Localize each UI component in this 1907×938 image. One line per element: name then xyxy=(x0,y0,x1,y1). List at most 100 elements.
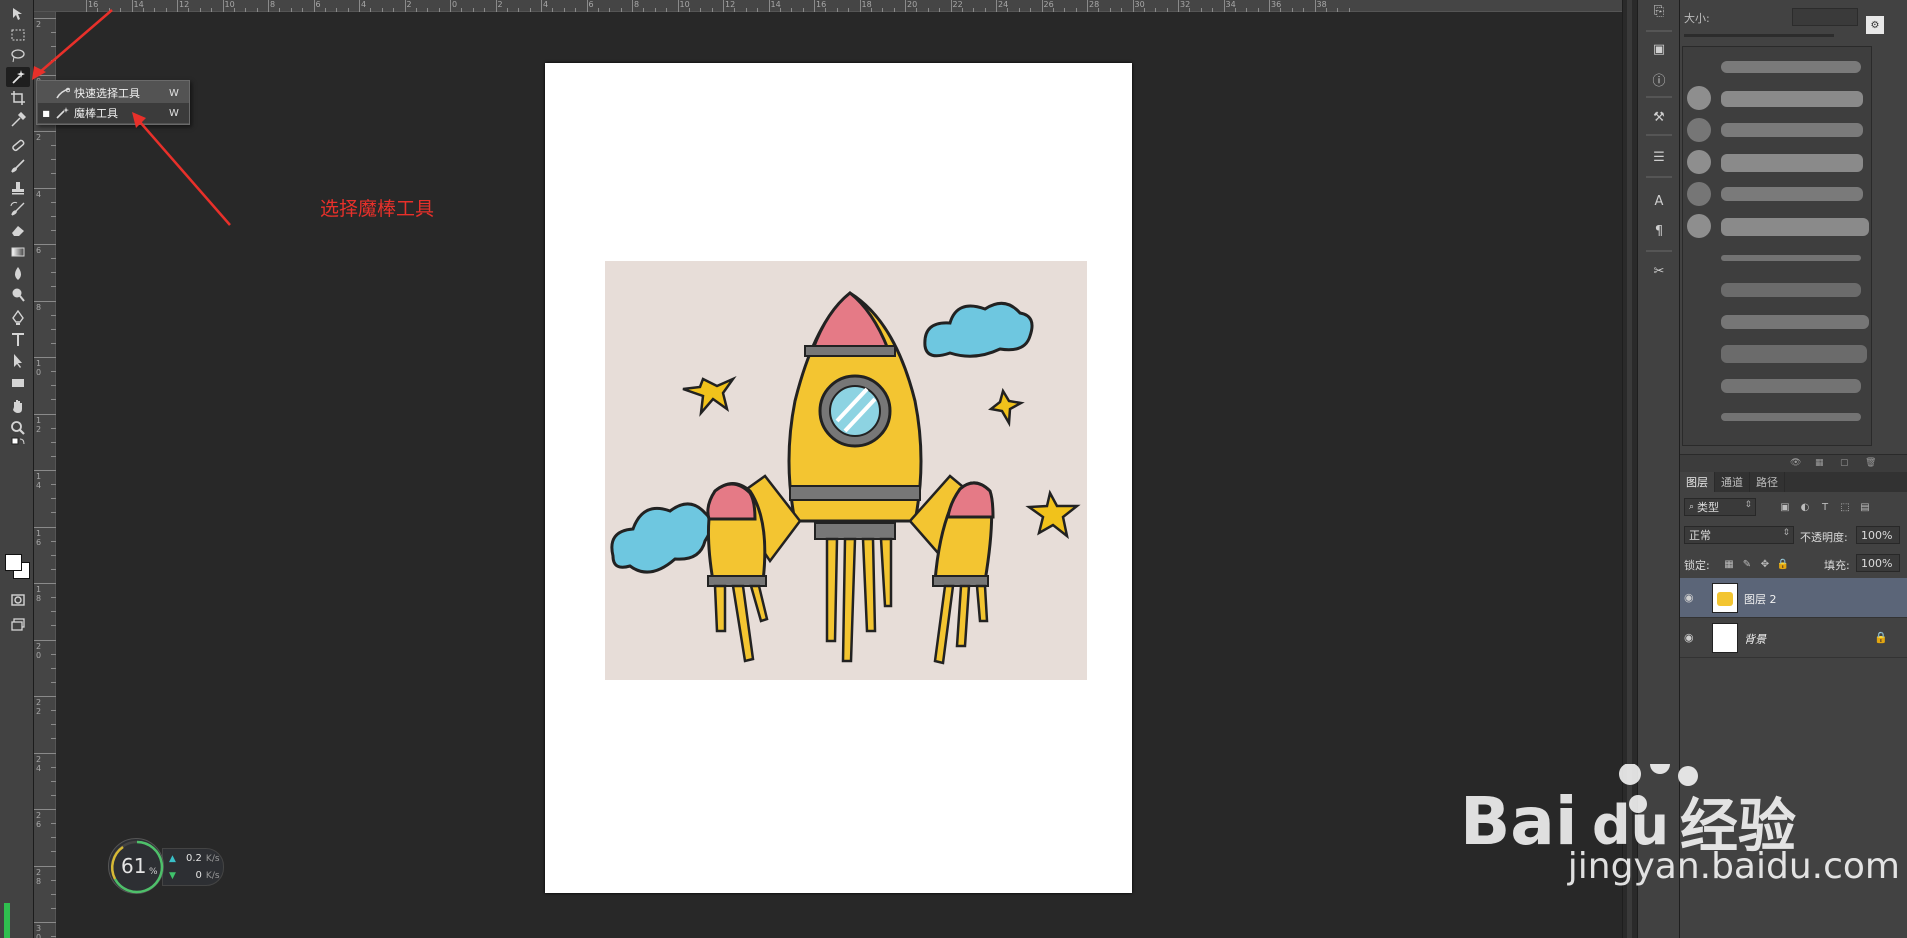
ruler-tick xyxy=(34,18,56,19)
grid-view-icon[interactable]: ▦ xyxy=(1815,458,1827,468)
brush-preset[interactable] xyxy=(1683,51,1871,81)
layer-item[interactable]: ◉ 图层 2 xyxy=(1680,578,1907,618)
foreground-color-swatch[interactable] xyxy=(5,554,22,571)
brush-size-slider[interactable] xyxy=(1684,34,1834,37)
ruler-label: 30 xyxy=(36,924,42,938)
crop-tool-icon[interactable] xyxy=(6,88,30,108)
layer-comps-icon[interactable]: ☰ xyxy=(1649,148,1669,166)
history-panel-icon[interactable]: ⎘ xyxy=(1649,2,1669,20)
brush-size-input[interactable] xyxy=(1792,8,1858,26)
ruler-label: 2 xyxy=(497,0,503,9)
magic-wand-tool-icon[interactable] xyxy=(6,67,30,87)
download-speed: ▼ 0 K/s xyxy=(169,870,220,881)
eye-icon[interactable]: ◉ xyxy=(1684,631,1700,644)
brush-preset[interactable] xyxy=(1683,211,1871,241)
zoom-tool-icon[interactable] xyxy=(6,418,30,438)
brush-settings-icon[interactable]: ⚙ xyxy=(1866,16,1884,34)
clone-stamp-tool-icon[interactable] xyxy=(6,178,30,198)
character-panel-icon[interactable]: A xyxy=(1649,192,1669,210)
ruler-tick xyxy=(34,752,56,754)
delete-brush-icon[interactable]: 🗑 xyxy=(1865,458,1877,468)
move-tool-icon[interactable] xyxy=(6,4,30,24)
brush-preset[interactable] xyxy=(1683,147,1871,177)
brush-preset[interactable] xyxy=(1683,339,1871,369)
dock-divider xyxy=(1646,30,1672,32)
ruler-tick xyxy=(814,0,815,12)
layer-item[interactable]: ◉ 背景 🔒 xyxy=(1680,618,1907,658)
ruler-tick xyxy=(34,639,56,641)
brush-preset[interactable] xyxy=(1683,403,1871,433)
smart-object-filter-icon[interactable]: ▤ xyxy=(1858,500,1872,514)
ruler-tick xyxy=(1178,0,1179,12)
chevron-updown-icon: ⇕ xyxy=(1782,528,1790,538)
tool-presets-icon[interactable]: ⚒ xyxy=(1649,108,1669,126)
brush-preset[interactable] xyxy=(1683,243,1871,273)
tab-paths[interactable]: 路径 xyxy=(1750,472,1785,492)
lock-position-icon[interactable]: ✥ xyxy=(1758,557,1772,571)
quick-mask-icon[interactable] xyxy=(6,590,30,610)
hand-tool-icon[interactable] xyxy=(6,396,30,416)
photoshop-window: 16 14 12 10 8 6 4 2 0 2 4 6 8 10 12 14 16 18 20 22 24 26 28 30 3… xyxy=(0,0,1907,938)
ruler-tick xyxy=(34,131,56,132)
opacity-input[interactable]: 100% xyxy=(1856,526,1900,544)
upload-speed: ▲ 0.2 K/s xyxy=(169,853,220,864)
healing-brush-tool-icon[interactable] xyxy=(6,135,30,155)
layer-filter-row: ⌕ 类型 ⇕ ▣ ◐ T ⬚ ▤ xyxy=(1680,496,1907,520)
ruler-label: 4 xyxy=(36,189,42,199)
rectangle-tool-icon[interactable] xyxy=(6,373,30,393)
tools-scissors-icon[interactable]: ✂ xyxy=(1649,262,1669,280)
ruler-tick xyxy=(1269,0,1270,12)
lock-transparency-icon[interactable]: ▦ xyxy=(1722,557,1736,571)
blur-tool-icon[interactable] xyxy=(6,264,30,284)
screen-mode-icon[interactable] xyxy=(6,615,30,635)
gradient-tool-icon[interactable] xyxy=(6,242,30,262)
history-brush-tool-icon[interactable] xyxy=(6,199,30,219)
type-tool-icon[interactable] xyxy=(6,330,30,350)
lock-pixels-icon[interactable]: ✎ xyxy=(1740,557,1754,571)
dock-divider xyxy=(1646,96,1672,98)
layer-filter-select[interactable]: ⌕ 类型 ⇕ xyxy=(1684,498,1756,516)
quick-selection-menu-item[interactable]: 快速选择工具 W xyxy=(38,83,189,103)
eraser-tool-icon[interactable] xyxy=(6,220,30,240)
speed-monitor-widget[interactable]: ▲ 0.2 K/s ▼ 0 K/s 61 % xyxy=(108,838,228,898)
lock-all-icon[interactable]: 🔒 xyxy=(1776,557,1790,571)
swap-colors-icon[interactable] xyxy=(6,437,30,451)
brush-preset-list[interactable] xyxy=(1682,46,1872,446)
ruler-tick xyxy=(131,0,133,12)
pen-tool-icon[interactable] xyxy=(6,308,30,328)
type-filter-icon[interactable]: T xyxy=(1818,500,1832,514)
marquee-tool-icon[interactable] xyxy=(6,25,30,45)
magic-wand-menu-item[interactable]: ■ 魔棒工具 W xyxy=(38,103,189,123)
ruler-tick xyxy=(34,470,56,471)
info-panel-icon[interactable]: ⓘ xyxy=(1649,70,1669,89)
dodge-tool-icon[interactable] xyxy=(6,285,30,305)
fill-input[interactable]: 100% xyxy=(1856,554,1900,572)
adjustment-filter-icon[interactable]: ◐ xyxy=(1798,500,1812,514)
eye-icon[interactable]: ◉ xyxy=(1684,591,1700,604)
path-selection-tool-icon[interactable] xyxy=(6,351,30,371)
brush-preset-icon[interactable]: ▣ xyxy=(1649,40,1669,58)
ruler-tick xyxy=(34,865,56,867)
ruler-tick xyxy=(905,0,906,12)
new-brush-icon[interactable]: ▢ xyxy=(1840,458,1852,468)
brush-preset[interactable] xyxy=(1683,307,1871,337)
rocket-illustration-layer[interactable] xyxy=(605,261,1087,680)
brush-preset[interactable] xyxy=(1683,179,1871,209)
brush-preset[interactable] xyxy=(1683,115,1871,145)
eyedropper-tool-icon[interactable] xyxy=(6,110,30,130)
toggle-brush-icon[interactable]: 👁 xyxy=(1790,458,1802,468)
lasso-tool-icon[interactable] xyxy=(6,46,30,66)
brush-preset[interactable] xyxy=(1683,371,1871,401)
ruler-label: 2 xyxy=(36,20,42,29)
tab-channels[interactable]: 通道 xyxy=(1715,472,1750,492)
blend-mode-select[interactable]: 正常 ⇕ xyxy=(1684,526,1794,544)
dock-divider xyxy=(1646,134,1672,136)
shape-filter-icon[interactable]: ⬚ xyxy=(1838,500,1852,514)
brush-preset[interactable] xyxy=(1683,275,1871,305)
brush-preset[interactable] xyxy=(1683,83,1871,113)
pixel-filter-icon[interactable]: ▣ xyxy=(1778,500,1792,514)
brush-tool-icon[interactable] xyxy=(6,156,30,176)
tab-layers[interactable]: 图层 xyxy=(1680,472,1715,492)
ruler-label: 6 xyxy=(588,0,594,9)
paragraph-panel-icon[interactable]: ¶ xyxy=(1649,222,1669,240)
